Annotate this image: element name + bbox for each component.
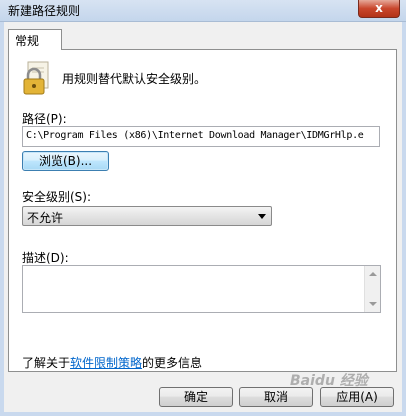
security-level-value: 不允许 — [27, 211, 64, 225]
cancel-button[interactable]: 取消 — [239, 387, 313, 407]
scroll-up-icon[interactable] — [369, 272, 377, 276]
close-button[interactable]: x — [358, 0, 400, 18]
info-text: 了解关于软件限制策略的更多信息 — [22, 354, 202, 371]
window-title: 新建路径规则 — [8, 4, 81, 18]
intro-text: 用规则替代默认安全级别。 — [62, 72, 207, 86]
tab-general[interactable]: 常规 — [8, 29, 62, 50]
info-prefix: 了解关于 — [22, 356, 71, 370]
scroll-down-icon[interactable] — [369, 302, 377, 306]
browse-button[interactable]: 浏览(B)... — [22, 151, 109, 171]
description-scrollbar[interactable] — [364, 266, 380, 312]
title-bar: 新建路径规则 x — [0, 0, 406, 22]
path-label: 路径(P): — [22, 112, 67, 126]
watermark: Baidu 经验 — [290, 373, 368, 389]
info-suffix: 的更多信息 — [142, 356, 203, 370]
security-level-label: 安全级别(S): — [22, 190, 92, 204]
apply-button[interactable]: 应用(A) — [320, 387, 394, 407]
description-textarea[interactable] — [22, 265, 381, 313]
path-input[interactable]: C:\Program Files (x86)\Internet Download… — [22, 126, 380, 147]
ok-button[interactable]: 确定 — [159, 387, 233, 407]
security-level-select[interactable]: 不允许 — [22, 206, 272, 226]
lock-document-icon — [23, 61, 49, 95]
description-label: 描述(D): — [22, 251, 69, 265]
software-restriction-link[interactable]: 软件限制策略 — [70, 356, 142, 370]
dropdown-arrow-icon — [258, 214, 266, 219]
